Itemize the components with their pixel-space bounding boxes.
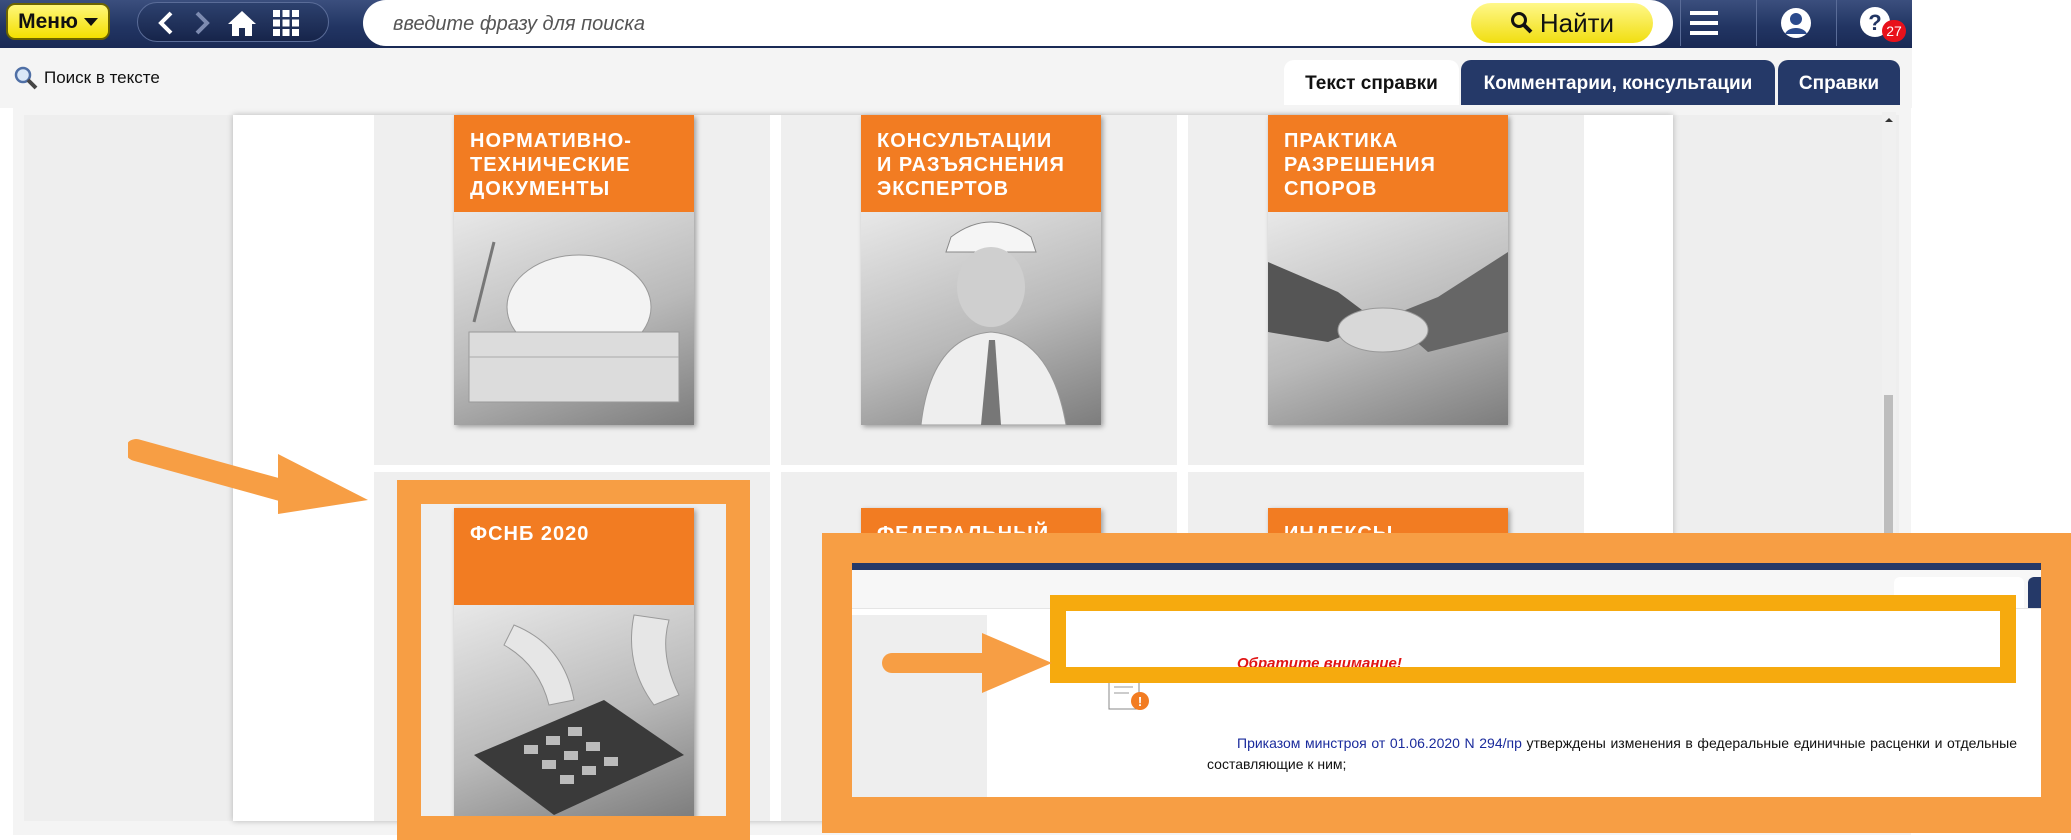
- card-title: НОРМАТИВНО- ТЕХНИЧЕСКИЕ ДОКУМЕНТЫ: [470, 130, 632, 200]
- card-normative-docs[interactable]: НОРМАТИВНО- ТЕХНИЧЕСКИЕ ДОКУМЕНТЫ: [454, 115, 694, 425]
- card-header: ПРАКТИКА РАЗРЕШЕНИЯ СПОРОВ: [1268, 115, 1508, 212]
- apps-grid-icon[interactable]: [270, 7, 302, 39]
- card-expert-consultations[interactable]: КОНСУЛЬТАЦИИ И РАЗЪЯСНЕНИЯ ЭКСПЕРТОВ: [861, 115, 1101, 425]
- top-toolbar: Меню Найти: [0, 0, 1912, 48]
- chevron-down-icon: [83, 17, 98, 26]
- toolbar-divider: [1756, 0, 1757, 46]
- handshake-image: [1268, 212, 1508, 425]
- toolbar-divider: [1680, 0, 1681, 46]
- inset-tab: [2028, 577, 2041, 608]
- card-dispute-practice[interactable]: ПРАКТИКА РАЗРЕШЕНИЯ СПОРОВ: [1268, 115, 1508, 425]
- find-in-text-label: Поиск в тексте: [44, 68, 160, 87]
- hamburger-menu-icon[interactable]: [1686, 0, 1722, 46]
- card-highlight-frame: [397, 480, 750, 840]
- find-button-label: Найти: [1539, 7, 1615, 38]
- svg-text:?: ?: [1868, 10, 1881, 35]
- toolbar-divider: [1836, 0, 1837, 46]
- inset-toolbar-stripe: [852, 563, 2041, 570]
- notification-badge: 27: [1882, 20, 1906, 42]
- user-profile-icon[interactable]: [1776, 0, 1816, 46]
- navigation-group: [137, 2, 329, 42]
- zoomed-inset-panel: ! Обратите внимание! Приказом минстроя о…: [822, 533, 2071, 833]
- menu-button-label: Меню: [18, 9, 78, 33]
- home-icon[interactable]: [226, 7, 258, 39]
- magnifier-icon: [14, 66, 38, 90]
- menu-button[interactable]: Меню: [6, 3, 110, 40]
- find-in-text-button[interactable]: Поиск в тексте: [14, 66, 160, 90]
- tab-label: Комментарии, консультации: [1483, 72, 1753, 94]
- card-header: КОНСУЛЬТАЦИИ И РАЗЪЯСНЕНИЯ ЭКСПЕРТОВ: [861, 115, 1101, 212]
- notice-highlight-frame: [1050, 595, 2016, 683]
- card-title: КОНСУЛЬТАЦИИ И РАЗЪЯСНЕНИЯ ЭКСПЕРТОВ: [877, 130, 1065, 200]
- card-title: ПРАКТИКА РАЗРЕШЕНИЯ СПОРОВ: [1284, 130, 1436, 200]
- forward-icon[interactable]: [186, 7, 218, 39]
- scrollbar-thumb[interactable]: [1884, 395, 1893, 540]
- engineer-photo-image: [861, 212, 1101, 425]
- find-button[interactable]: Найти: [1471, 3, 1653, 43]
- tab-label: Справки: [1798, 72, 1880, 94]
- annotation-arrow-icon: [882, 633, 1052, 693]
- order-link[interactable]: Приказом минстроя от 01.06.2020 N 294/пр: [1237, 735, 1522, 751]
- card-header: НОРМАТИВНО- ТЕХНИЧЕСКИЕ ДОКУМЕНТЫ: [454, 115, 694, 212]
- back-icon[interactable]: [150, 7, 182, 39]
- tab-comments[interactable]: Комментарии, консультации: [1461, 60, 1775, 107]
- scroll-up-icon[interactable]: [1882, 114, 1896, 126]
- search-icon: [1510, 12, 1533, 34]
- svg-text:!: !: [1138, 694, 1142, 709]
- tab-label: Текст справки: [1305, 72, 1438, 94]
- search-input[interactable]: [391, 8, 1455, 40]
- search-box: Найти: [363, 0, 1673, 46]
- tab-help-text[interactable]: Текст справки: [1284, 60, 1459, 107]
- annotation-arrow-icon: [128, 439, 368, 514]
- helmet-blueprints-image: [454, 212, 694, 425]
- tab-references[interactable]: Справки: [1778, 60, 1900, 107]
- notice-paragraph: Приказом минстроя от 01.06.2020 N 294/пр…: [1207, 733, 2017, 775]
